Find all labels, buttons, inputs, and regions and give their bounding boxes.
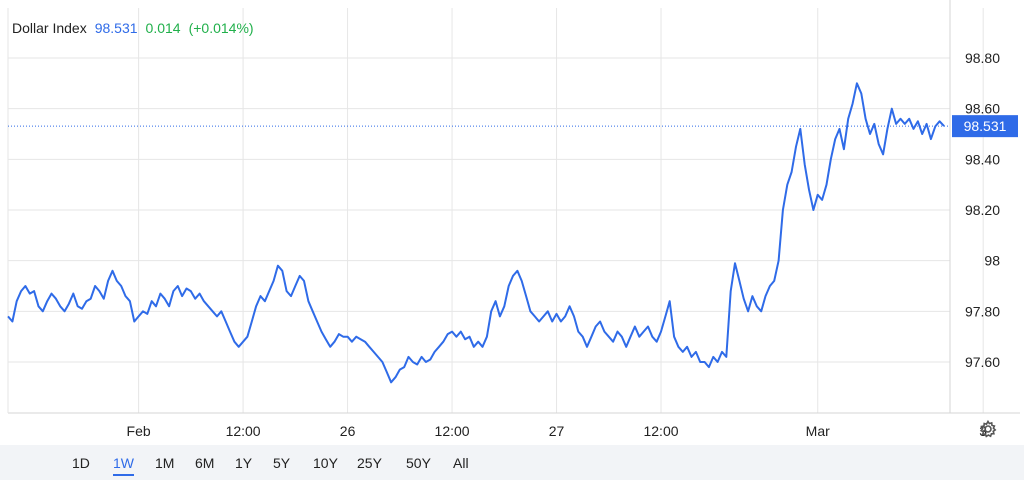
x-tick-label: 12:00 bbox=[643, 423, 678, 439]
y-tick-label: 98.40 bbox=[965, 151, 1000, 167]
y-tick-label: 98.20 bbox=[965, 202, 1000, 218]
range-button-25y[interactable]: 25Y bbox=[357, 455, 382, 471]
time-range-selector: 1D 1W 1M 6M 1Y 5Y 10Y 25Y 50Y All bbox=[0, 445, 1024, 480]
y-tick-label: 98.60 bbox=[965, 101, 1000, 117]
instrument-price: 98.531 bbox=[94, 20, 138, 36]
price-change: 0.014 bbox=[145, 20, 181, 36]
y-tick-label: 98.80 bbox=[965, 50, 1000, 66]
last-value-label: 98.531 bbox=[964, 118, 1007, 134]
y-tick-label: 98 bbox=[984, 253, 1000, 269]
x-tick-label: 26 bbox=[340, 423, 356, 439]
grid-lines bbox=[7, 0, 1020, 414]
y-tick-label: 97.60 bbox=[965, 354, 1000, 370]
x-axis-ticks: Feb 12:00 26 12:00 27 12:00 Mar 3 bbox=[127, 423, 988, 439]
instrument-name: Dollar Index bbox=[12, 20, 87, 36]
x-tick-label: 12:00 bbox=[435, 423, 470, 439]
range-button-all[interactable]: All bbox=[453, 455, 469, 471]
chart-area: 97.60 97.80 98 98.20 98.40 98.60 98.80 Feb 12:0… bbox=[7, 0, 1020, 439]
y-tick-label: 97.80 bbox=[965, 303, 1000, 319]
range-button-10y[interactable]: 10Y bbox=[313, 455, 338, 471]
last-value-badge: 98.531 bbox=[952, 115, 1018, 138]
x-tick-label: 27 bbox=[549, 423, 565, 439]
y-axis-ticks: 97.60 97.80 98 98.20 98.40 98.60 98.80 bbox=[965, 50, 1000, 370]
range-button-1y[interactable]: 1Y bbox=[235, 455, 252, 471]
range-button-1d[interactable]: 1D bbox=[72, 455, 90, 471]
range-button-5y[interactable]: 5Y bbox=[273, 455, 290, 471]
price-change-percent: (+0.014%) bbox=[188, 20, 254, 36]
gear-icon[interactable] bbox=[978, 419, 998, 439]
chart-header: Dollar Index 98.531 0.014 (+0.014%) bbox=[12, 20, 262, 36]
x-tick-label: 12:00 bbox=[226, 423, 261, 439]
price-series-line bbox=[7, 82, 945, 384]
range-button-1m[interactable]: 1M bbox=[155, 455, 174, 471]
range-button-50y[interactable]: 50Y bbox=[406, 455, 431, 471]
range-button-6m[interactable]: 6M bbox=[195, 455, 214, 471]
x-tick-label: Feb bbox=[127, 423, 151, 439]
x-tick-label: Mar bbox=[806, 423, 830, 439]
range-button-1w[interactable]: 1W bbox=[113, 455, 134, 476]
